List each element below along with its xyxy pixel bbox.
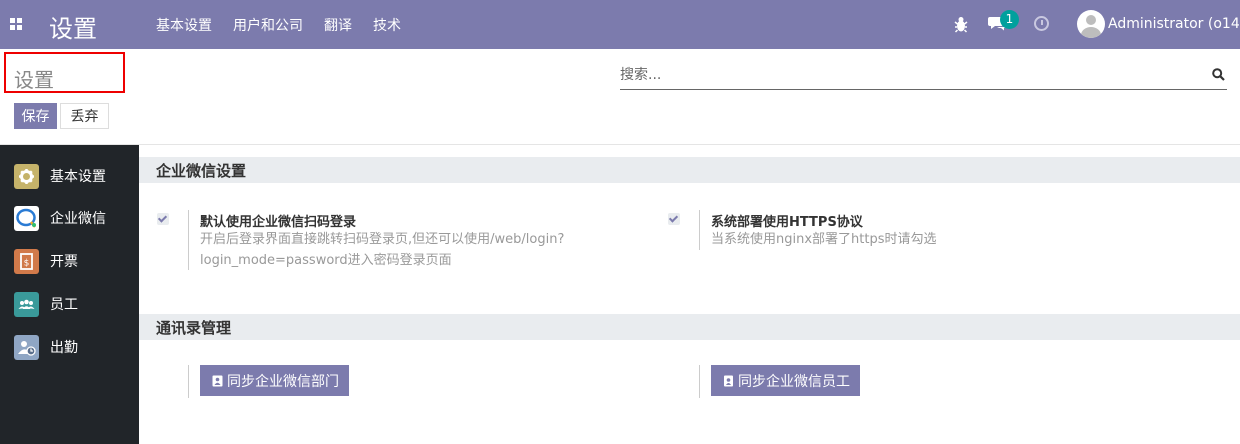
divider bbox=[188, 365, 189, 398]
sidebar-item-label: 企业微信 bbox=[50, 211, 106, 227]
search-bar bbox=[620, 64, 1227, 90]
svg-text:$: $ bbox=[24, 258, 30, 268]
section-header-wework: 企业微信设置 bbox=[139, 157, 1240, 183]
section-header-contacts: 通讯录管理 bbox=[139, 314, 1240, 340]
apps-menu-icon[interactable] bbox=[10, 18, 23, 31]
description-line: 开启后登录界面直接跳转扫码登录页,但还可以使用/web/login? bbox=[200, 232, 565, 247]
clock-icon[interactable] bbox=[1034, 16, 1049, 31]
option-description: 当系统使用nginx部署了https时请勾选 bbox=[711, 232, 937, 247]
sidebar-item-employees[interactable]: 员工 bbox=[0, 284, 139, 324]
discard-button[interactable]: 丢弃 bbox=[60, 103, 109, 129]
divider bbox=[0, 144, 1240, 145]
save-button[interactable]: 保存 bbox=[14, 103, 57, 129]
id-badge-icon bbox=[724, 375, 733, 386]
option-title: 默认使用企业微信扫码登录 bbox=[200, 215, 357, 230]
sidebar-item-invoicing[interactable]: $ 开票 bbox=[0, 241, 139, 281]
invoice-icon: $ bbox=[14, 248, 39, 274]
sidebar-item-basic-settings[interactable]: 基本设置 bbox=[0, 156, 139, 196]
option-title: 系统部署使用HTTPS协议 bbox=[711, 215, 863, 230]
section-title: 企业微信设置 bbox=[156, 162, 247, 180]
attendance-icon bbox=[14, 334, 39, 360]
menu-technical[interactable]: 技术 bbox=[373, 15, 401, 35]
sidebar-item-label: 出勤 bbox=[50, 340, 78, 356]
sync-departments-button[interactable]: 同步企业微信部门 bbox=[200, 365, 349, 396]
divider bbox=[188, 210, 189, 270]
section-title: 通讯录管理 bbox=[156, 319, 232, 337]
menu-basic-settings[interactable]: 基本设置 bbox=[156, 15, 212, 35]
app-title: 设置 bbox=[49, 15, 97, 43]
button-label: 同步企业微信员工 bbox=[738, 373, 850, 390]
sidebar-item-wework[interactable]: 企业微信 bbox=[0, 198, 139, 238]
divider bbox=[699, 210, 700, 250]
option-description: 开启后登录界面直接跳转扫码登录页,但还可以使用/web/login? login… bbox=[200, 229, 564, 271]
qr-login-checkbox[interactable] bbox=[157, 213, 169, 225]
settings-sidebar: 基本设置 企业微信 $ 开票 员工 出勤 bbox=[0, 145, 139, 444]
chat-count-badge: 1 bbox=[1000, 10, 1019, 29]
sidebar-item-label: 基本设置 bbox=[50, 169, 106, 185]
button-label: 同步企业微信部门 bbox=[227, 373, 339, 390]
active-item-highlight bbox=[4, 52, 125, 93]
wechat-work-icon bbox=[14, 205, 39, 231]
employees-icon bbox=[14, 291, 39, 317]
sidebar-item-label: 开票 bbox=[50, 254, 78, 270]
https-checkbox[interactable] bbox=[668, 213, 680, 225]
sidebar-item-attendance[interactable]: 出勤 bbox=[0, 327, 139, 367]
menu-translations[interactable]: 翻译 bbox=[324, 15, 352, 35]
user-menu[interactable]: Administrator (o14) bbox=[1108, 16, 1240, 32]
bug-icon[interactable] bbox=[954, 15, 968, 33]
divider bbox=[699, 365, 700, 398]
menu-users-companies[interactable]: 用户和公司 bbox=[233, 15, 303, 35]
sidebar-item-label: 员工 bbox=[50, 297, 78, 313]
avatar[interactable] bbox=[1077, 10, 1105, 38]
search-input[interactable] bbox=[620, 64, 1200, 86]
gear-icon bbox=[14, 163, 39, 189]
top-menu: 基本设置 用户和公司 翻译 技术 bbox=[156, 15, 401, 35]
sync-employees-button[interactable]: 同步企业微信员工 bbox=[711, 365, 860, 396]
search-icon[interactable] bbox=[1212, 68, 1225, 81]
address-book-icon bbox=[212, 375, 223, 386]
top-navbar: 设置 基本设置 用户和公司 翻译 技术 1 Administrator (o14… bbox=[0, 0, 1240, 49]
description-line: login_mode=password进入密码登录页面 bbox=[200, 253, 452, 268]
